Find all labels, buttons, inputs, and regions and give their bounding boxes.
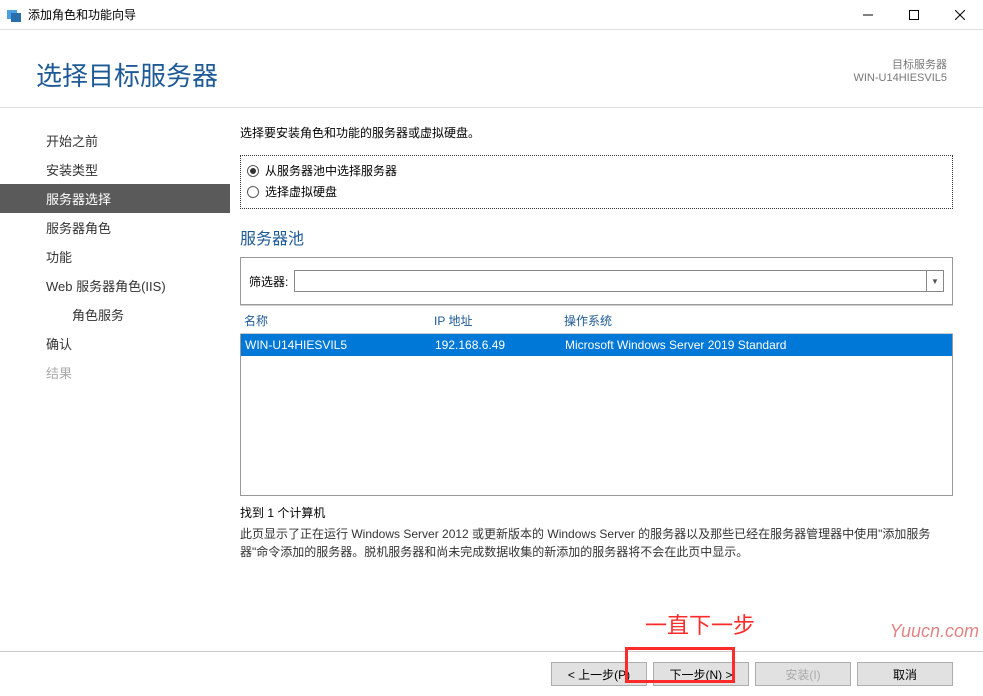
footer-description: 此页显示了正在运行 Windows Server 2012 或更新版本的 Win… xyxy=(240,525,953,561)
titlebar: 添加角色和功能向导 xyxy=(0,0,983,30)
footer-info: 找到 1 个计算机 此页显示了正在运行 Windows Server 2012 … xyxy=(240,496,953,561)
next-button[interactable]: 下一步(N) > xyxy=(653,662,749,686)
computer-count: 找到 1 个计算机 xyxy=(240,504,953,521)
maximize-button[interactable] xyxy=(891,0,937,29)
instruction-text: 选择要安装角色和功能的服务器或虚拟硬盘。 xyxy=(240,124,953,141)
server-row[interactable]: WIN-U14HIESVIL5 192.168.6.49 Microsoft W… xyxy=(241,334,952,356)
cancel-button[interactable]: 取消 xyxy=(857,662,953,686)
minimize-button[interactable] xyxy=(845,0,891,29)
target-server-value: WIN-U14HIESVIL5 xyxy=(853,72,947,84)
column-ip[interactable]: IP 地址 xyxy=(434,312,564,329)
column-os[interactable]: 操作系统 xyxy=(564,312,949,329)
sidebar-item-role-services[interactable]: 角色服务 xyxy=(0,300,230,329)
filter-input[interactable] xyxy=(294,270,926,292)
main-content: 选择要安装角色和功能的服务器或虚拟硬盘。 从服务器池中选择服务器 选择虚拟硬盘 … xyxy=(230,108,983,651)
row-os: Microsoft Windows Server 2019 Standard xyxy=(565,338,948,352)
sidebar-item-server-selection[interactable]: 服务器选择 xyxy=(0,184,230,213)
radio-from-pool-label: 从服务器池中选择服务器 xyxy=(265,162,397,179)
server-pool-title: 服务器池 xyxy=(240,225,953,249)
radio-vhd-label: 选择虚拟硬盘 xyxy=(265,183,337,200)
header-panel: 选择目标服务器 目标服务器 WIN-U14HIESVIL5 xyxy=(0,30,983,108)
wizard-button-bar: < 上一步(P) 下一步(N) > 安装(I) 取消 xyxy=(0,651,983,696)
window-controls xyxy=(845,0,983,29)
filter-dropdown-button[interactable]: ▼ xyxy=(926,270,944,292)
sidebar-item-results: 结果 xyxy=(0,358,230,387)
target-server-label: 目标服务器 xyxy=(853,56,947,72)
selection-radio-group: 从服务器池中选择服务器 选择虚拟硬盘 xyxy=(240,155,953,209)
target-server-info: 目标服务器 WIN-U14HIESVIL5 xyxy=(853,56,947,84)
wizard-sidebar: 开始之前 安装类型 服务器选择 服务器角色 功能 Web 服务器角色(IIS) … xyxy=(0,108,230,651)
radio-from-pool[interactable]: 从服务器池中选择服务器 xyxy=(247,160,946,181)
sidebar-item-features[interactable]: 功能 xyxy=(0,242,230,271)
radio-icon xyxy=(247,186,259,198)
sidebar-item-web-server-iis[interactable]: Web 服务器角色(IIS) xyxy=(0,271,230,300)
server-grid-header: 名称 IP 地址 操作系统 xyxy=(240,305,953,334)
column-name[interactable]: 名称 xyxy=(244,312,434,329)
close-button[interactable] xyxy=(937,0,983,29)
previous-button[interactable]: < 上一步(P) xyxy=(551,662,647,686)
server-grid-body: WIN-U14HIESVIL5 192.168.6.49 Microsoft W… xyxy=(240,334,953,496)
radio-icon xyxy=(247,165,259,177)
sidebar-item-server-roles[interactable]: 服务器角色 xyxy=(0,213,230,242)
window-title: 添加角色和功能向导 xyxy=(28,6,136,23)
install-button: 安装(I) xyxy=(755,662,851,686)
sidebar-item-confirm[interactable]: 确认 xyxy=(0,329,230,358)
app-icon xyxy=(6,7,22,23)
page-title: 选择目标服务器 xyxy=(36,56,218,93)
sidebar-item-before-begin[interactable]: 开始之前 xyxy=(0,126,230,155)
row-ip: 192.168.6.49 xyxy=(435,338,565,352)
row-name: WIN-U14HIESVIL5 xyxy=(245,338,435,352)
radio-vhd[interactable]: 选择虚拟硬盘 xyxy=(247,181,946,202)
filter-box: 筛选器: ▼ xyxy=(240,257,953,305)
sidebar-item-install-type[interactable]: 安装类型 xyxy=(0,155,230,184)
filter-label: 筛选器: xyxy=(249,273,288,290)
